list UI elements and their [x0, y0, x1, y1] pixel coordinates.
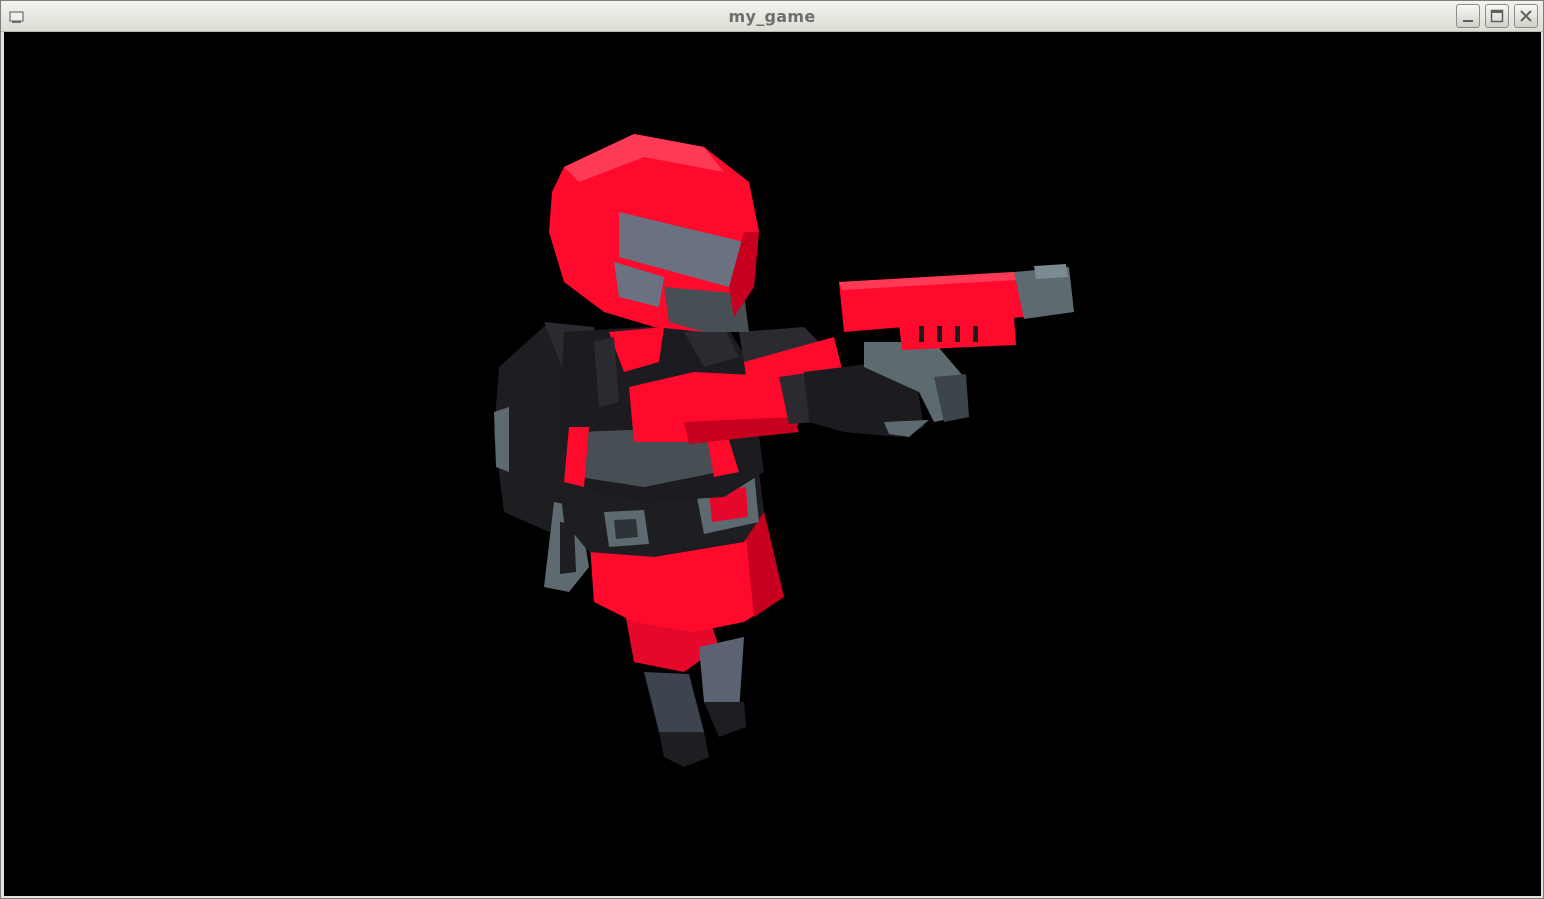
helmet	[549, 134, 759, 332]
close-button[interactable]	[1514, 4, 1538, 28]
minimize-button[interactable]	[1456, 4, 1480, 28]
game-viewport[interactable]	[4, 32, 1541, 896]
game-window: my_game	[0, 0, 1544, 899]
title-bar[interactable]: my_game	[1, 1, 1543, 32]
maximize-icon	[1490, 9, 1504, 23]
minimize-icon	[1463, 20, 1473, 22]
pistol	[839, 264, 1074, 350]
red-soldier-character	[494, 134, 1074, 767]
window-title: my_game	[728, 7, 816, 26]
close-icon	[1520, 10, 1532, 22]
maximize-button[interactable]	[1485, 4, 1509, 28]
